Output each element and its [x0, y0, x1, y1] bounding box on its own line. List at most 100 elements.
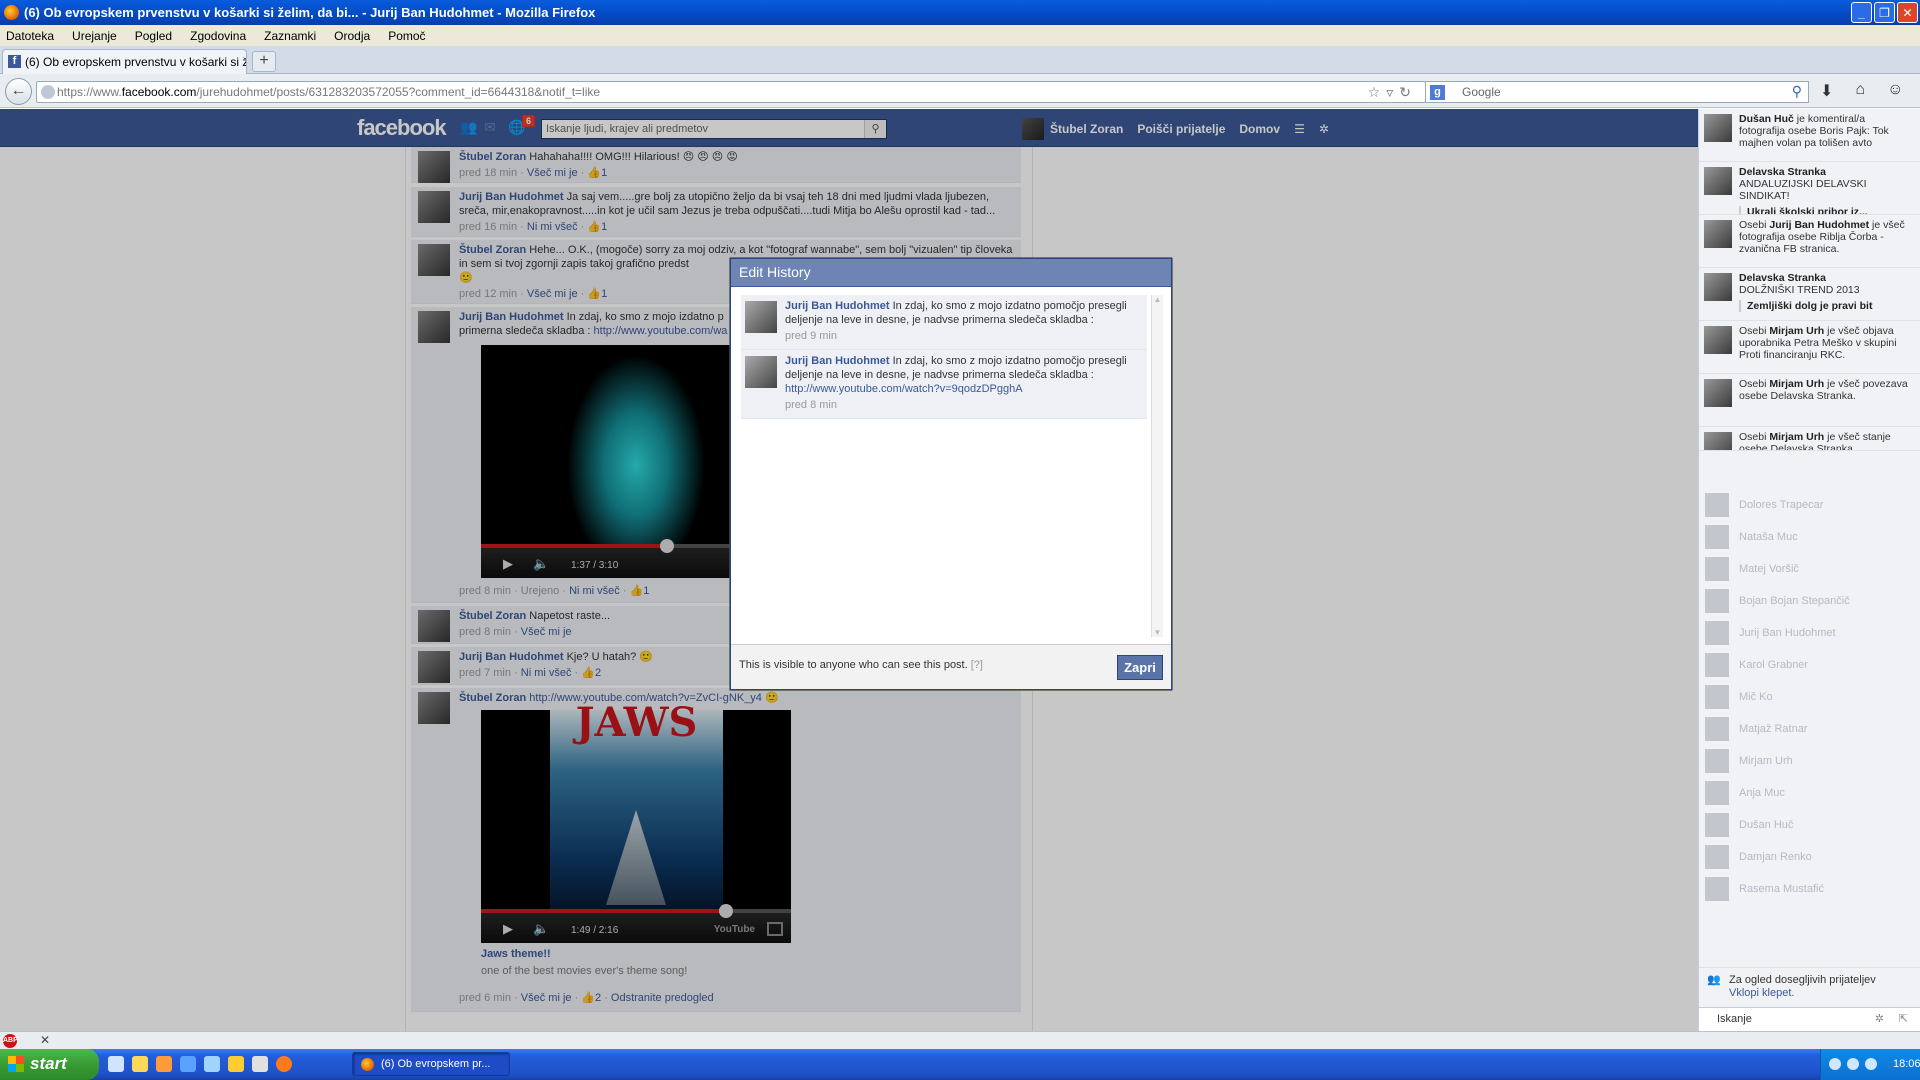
adblock-icon[interactable]: ABP	[3, 1034, 18, 1048]
bookmark-star-icon[interactable]: ☆	[1368, 84, 1387, 100]
right-sidebar: Dušan Huč je komentiral/a fotografija os…	[1698, 109, 1920, 1031]
status-bar: ABP ✕	[0, 1031, 1920, 1049]
chat-friend[interactable]: Bojan Bojan Stepančič	[1699, 585, 1920, 617]
menu-view[interactable]: Pogled	[135, 29, 172, 43]
history-entry: Jurij Ban Hudohmet In zdaj, ko smo z moj…	[741, 350, 1147, 419]
chat-friend[interactable]: Jurij Ban Hudohmet	[1699, 617, 1920, 649]
chat-friend[interactable]: Rasema Mustafić	[1699, 873, 1920, 905]
url-bar[interactable]: https://www. facebook.com/jurehudohmet/po…	[36, 81, 1426, 103]
window-title-bar: (6) Ob evropskem prvenstvu v košarki si …	[0, 0, 1920, 25]
start-button[interactable]: start	[0, 1049, 99, 1080]
friends-icon: 👥	[1707, 974, 1721, 986]
chat-friend[interactable]: Dušan Huč	[1699, 809, 1920, 841]
ticker-item[interactable]: Delavska Stranka ANDALUZIJSKI DELAVSKI SI…	[1699, 162, 1920, 215]
firefox-icon	[4, 5, 19, 20]
desktop-icon[interactable]	[108, 1056, 124, 1072]
scroll-down-icon[interactable]: ▼	[1152, 628, 1163, 637]
menu-file[interactable]: Datoteka	[6, 29, 54, 43]
window-title: (6) Ob evropskem prvenstvu v košarki si …	[24, 5, 596, 20]
ticker-item[interactable]: Osebi Jurij Ban Hudohmet je všeč fotogra…	[1699, 215, 1920, 268]
chat-friend[interactable]: Dolores Trapecar	[1699, 489, 1920, 521]
chat-avatar	[1705, 653, 1729, 677]
chat-avatar	[1705, 781, 1729, 805]
dialog-title: Edit History	[731, 259, 1171, 287]
dialog-scrollbar[interactable]: ▲ ▼	[1151, 295, 1163, 637]
ticker-item[interactable]: Osebi Mirjam Urh je všeč objava uporabni…	[1699, 321, 1920, 374]
editor-avatar[interactable]	[745, 301, 777, 333]
mail-icon[interactable]	[156, 1056, 172, 1072]
chat-friend[interactable]: Karol Grabner	[1699, 649, 1920, 681]
ticker-item[interactable]: Delavska Stranka DOLŽNIŠKI TREND 2013 Zeml…	[1699, 268, 1920, 321]
history-time: pred 8 min	[785, 399, 837, 411]
chat-avatar	[1705, 749, 1729, 773]
editor-avatar[interactable]	[745, 356, 777, 388]
addon-icon[interactable]: ☺	[1887, 81, 1903, 101]
tab-label: (6) Ob evropskem prvenstvu v košarki si …	[25, 55, 247, 69]
url-path: /jurehudohmet/posts/631283203572055?comm…	[196, 85, 601, 99]
browser-tab[interactable]: f (6) Ob evropskem prvenstvu v košarki s…	[2, 49, 247, 74]
taskbar-firefox-window[interactable]: (6) Ob evropskem pr...	[352, 1052, 510, 1076]
system-tray: 18:06	[1820, 1049, 1920, 1080]
ticker-item[interactable]: Osebi Mirjam Urh je všeč stanje osebe De…	[1699, 427, 1920, 451]
menu-bar: Datoteka Urejanje Pogled Zgodovina Zazna…	[0, 25, 1920, 46]
close-dialog-button[interactable]: Zapri	[1117, 655, 1163, 680]
dropdown-icon[interactable]: ▿	[1386, 84, 1399, 100]
maximize-button[interactable]: ❐	[1874, 2, 1895, 23]
close-addon-bar-icon[interactable]: ✕	[40, 1033, 50, 1047]
tab-bar: f (6) Ob evropskem prvenstvu v košarki s…	[0, 46, 1920, 74]
facebook-favicon-icon: f	[8, 55, 21, 68]
chat-friend[interactable]: Mirjam Urh	[1699, 745, 1920, 777]
new-tab-button[interactable]: +	[252, 51, 276, 72]
chat-friend[interactable]: Nataša Muc	[1699, 521, 1920, 553]
chat-friend[interactable]: Matjaž Ratnar	[1699, 713, 1920, 745]
close-button[interactable]: ✕	[1897, 2, 1918, 23]
menu-history[interactable]: Zgodovina	[190, 29, 246, 43]
chat-avatar	[1705, 685, 1729, 709]
clock: 18:06	[1893, 1058, 1920, 1070]
chat-friend[interactable]: Mič Ko	[1699, 681, 1920, 713]
url-prefix: https://www.	[57, 85, 122, 99]
tray-icon[interactable]	[1847, 1058, 1859, 1070]
ie-icon[interactable]	[180, 1056, 196, 1072]
editor-name[interactable]: Jurij Ban Hudohmet	[785, 355, 890, 367]
menu-tools[interactable]: Orodja	[334, 29, 370, 43]
history-youtube-link[interactable]: http://www.youtube.com/watch?v=9qodzDPgg…	[785, 383, 1023, 395]
tray-icon[interactable]	[1829, 1058, 1841, 1070]
network-icon[interactable]	[204, 1056, 220, 1072]
enable-chat-link[interactable]: Vklopi klepet.	[1729, 987, 1794, 999]
ticker-item[interactable]: Dušan Huč je komentiral/a fotografija os…	[1699, 109, 1920, 162]
back-button[interactable]: ←	[5, 78, 32, 105]
scroll-up-icon[interactable]: ▲	[1152, 295, 1163, 304]
editor-name[interactable]: Jurij Ban Hudohmet	[785, 300, 890, 312]
browser-search-placeholder: Google	[1462, 85, 1501, 99]
chat-friend[interactable]: Damjan Renko	[1699, 841, 1920, 873]
messenger-icon[interactable]	[228, 1056, 244, 1072]
chat-avatar	[1705, 589, 1729, 613]
home-icon[interactable]: ⌂	[1855, 81, 1865, 101]
chat-friend[interactable]: Matej Voršič	[1699, 553, 1920, 585]
folder-icon[interactable]	[132, 1056, 148, 1072]
google-engine-icon[interactable]: g	[1430, 85, 1445, 100]
ticker-item[interactable]: Osebi Mirjam Urh je všeč povezava osebe …	[1699, 374, 1920, 427]
menu-edit[interactable]: Urejanje	[72, 29, 117, 43]
chat-search-input[interactable]: Iskanje ✲ ⇱	[1699, 1007, 1920, 1031]
tray-icon[interactable]	[1865, 1058, 1877, 1070]
chat-settings-icon[interactable]: ✲	[1875, 1008, 1884, 1030]
reload-icon[interactable]: ↻	[1399, 84, 1417, 100]
ticker-avatar	[1704, 326, 1732, 354]
minimize-button[interactable]: _	[1851, 2, 1872, 23]
chat-friend[interactable]: Anja Muc	[1699, 777, 1920, 809]
chat-avatar	[1705, 845, 1729, 869]
site-identity-icon[interactable]	[41, 85, 55, 99]
firefox-icon	[361, 1058, 374, 1071]
firefox-icon[interactable]	[276, 1056, 292, 1072]
help-link[interactable]: [?]	[971, 659, 983, 671]
browser-search-box[interactable]: g Google ⚲	[1425, 81, 1809, 103]
download-icon[interactable]: ⬇	[1820, 81, 1833, 101]
media-icon[interactable]	[252, 1056, 268, 1072]
ticker-avatar	[1704, 432, 1732, 450]
menu-bookmarks[interactable]: Zaznamki	[264, 29, 316, 43]
search-icon[interactable]: ⚲	[1792, 83, 1802, 100]
menu-help[interactable]: Pomoč	[388, 29, 425, 43]
chat-popout-icon[interactable]: ⇱	[1899, 1008, 1908, 1030]
